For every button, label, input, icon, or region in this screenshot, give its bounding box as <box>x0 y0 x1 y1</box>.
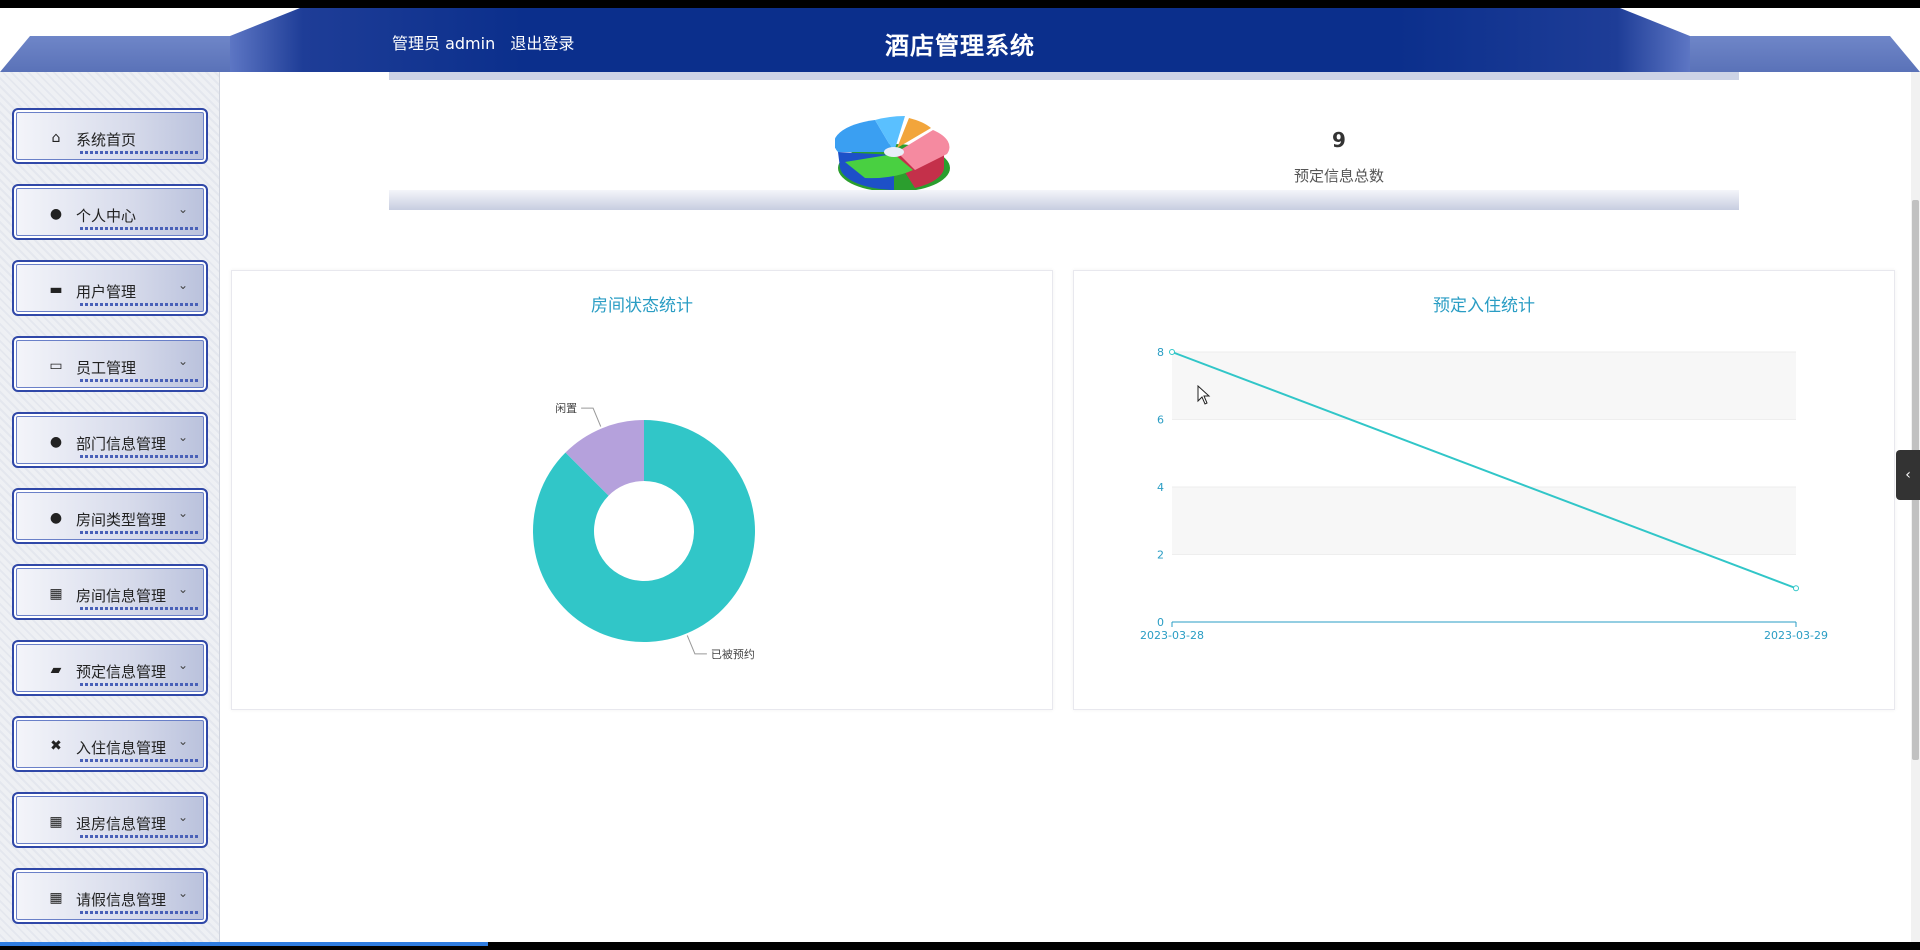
chevron-down-icon: ⌄ <box>177 810 188 824</box>
sidebar-item-4[interactable]: ▭ 员工管理 ⌄ <box>12 336 208 392</box>
sidebar-item-label: 个人中心 <box>76 207 137 225</box>
menu-decoration <box>80 455 198 458</box>
chevron-down-icon: ⌄ <box>177 354 188 368</box>
sidebar-item-label: 房间信息管理 <box>76 587 167 605</box>
stat-label: 预定信息总数 <box>1293 167 1384 185</box>
y-tick-label: 0 <box>1157 616 1164 629</box>
chevron-down-icon: ⌄ <box>177 734 188 748</box>
y-tick-label: 6 <box>1157 414 1164 427</box>
header: 管理员 admin 退出登录 酒店管理系统 <box>0 8 1920 72</box>
sidebar-item-label: 用户管理 <box>76 283 137 301</box>
stat-value: 9 <box>1332 128 1346 152</box>
y-tick-label: 8 <box>1157 346 1164 359</box>
chevron-down-icon: ⌄ <box>177 886 188 900</box>
pie-chart-icon <box>835 116 950 192</box>
app-window: 管理员 admin 退出登录 酒店管理系统 ⌂ 系统首页 ● 个人中心 ⌄ ▬ 用户管理 ⌄ ▭… <box>0 0 1920 950</box>
chevron-down-icon: ⌄ <box>177 430 188 444</box>
sidebar-item-9[interactable]: ✖ 入住信息管理 ⌄ <box>12 716 208 772</box>
person-icon: ● <box>49 206 63 222</box>
main-content: 9 预定信息总数 房间状态统计 已被预约 闲置 预定入住统计 0 2 4 6 8 2023-… <box>221 72 1911 942</box>
sidebar-item-label: 部门信息管理 <box>76 435 167 453</box>
top-strip <box>0 0 1920 8</box>
chevron-down-icon: ⌄ <box>177 658 188 672</box>
donut-slice-label: 已被预约 <box>711 648 755 661</box>
stat-card: 9 预定信息总数 <box>389 80 1739 192</box>
chevron-down-icon: ⌄ <box>177 202 188 216</box>
data-point[interactable] <box>1169 349 1175 355</box>
sidebar-item-2[interactable]: ● 个人中心 ⌄ <box>12 184 208 240</box>
grid-icon: ▦ <box>49 890 63 906</box>
menu-decoration <box>80 683 198 686</box>
grid-band <box>1172 352 1796 420</box>
sidebar-item-label: 退房信息管理 <box>76 815 167 833</box>
sidebar-item-8[interactable]: ▰ 预定信息管理 ⌄ <box>12 640 208 696</box>
sidebar-item-7[interactable]: ▦ 房间信息管理 ⌄ <box>12 564 208 620</box>
menu-decoration <box>80 227 198 230</box>
booking-stats-chart: 0 2 4 6 8 2023-03-28 2023-03-29 <box>1140 346 1828 642</box>
sidebar-item-1[interactable]: ⌂ 系统首页 <box>12 108 208 164</box>
x-tick-label: 2023-03-29 <box>1764 629 1828 642</box>
sidebar-item-10[interactable]: ▦ 退房信息管理 ⌄ <box>12 792 208 848</box>
chevron-down-icon: ⌄ <box>177 278 188 292</box>
sidebar-item-label: 请假信息管理 <box>76 891 167 909</box>
sidebar-item-5[interactable]: ● 部门信息管理 ⌄ <box>12 412 208 468</box>
sidebar-item-3[interactable]: ▬ 用户管理 ⌄ <box>12 260 208 316</box>
sidebar-item-label: 房间类型管理 <box>76 511 167 529</box>
y-tick-label: 2 <box>1157 549 1164 562</box>
donut-slice-label: 闲置 <box>555 401 577 415</box>
sidebar: ⌂ 系统首页 ● 个人中心 ⌄ ▬ 用户管理 ⌄ ▭ 员工管理 ⌄ ● 部门信息管理 ⌄ ● 房间类型管理 ⌄ ▦… <box>0 72 220 942</box>
sidebar-item-label: 预定信息管理 <box>76 663 167 681</box>
sidebar-item-label: 入住信息管理 <box>76 739 167 757</box>
room-status-card: 房间状态统计 已被预约 闲置 <box>231 270 1053 710</box>
booking-stats-card: 预定入住统计 0 2 4 6 8 2023-03-28 2023-03-29 <box>1073 270 1895 710</box>
chevron-down-icon: ⌄ <box>177 506 188 520</box>
sidebar-item-label: 员工管理 <box>76 359 137 377</box>
label-leader-line <box>581 407 602 427</box>
menu-decoration <box>80 835 198 838</box>
sidebar-item-11[interactable]: ▦ 请假信息管理 ⌄ <box>12 868 208 924</box>
stat-bottom-bar <box>389 190 1739 210</box>
grid-icon: ▦ <box>49 586 63 602</box>
sidebar-item-label: 系统首页 <box>76 131 137 149</box>
bulb-icon: ● <box>49 434 63 450</box>
monitor-icon: ▭ <box>49 358 63 374</box>
y-tick-label: 4 <box>1157 481 1164 494</box>
wallet-icon: ▰ <box>50 662 62 678</box>
sidebar-item-6[interactable]: ● 房间类型管理 ⌄ <box>12 488 208 544</box>
seat-icon: ▬ <box>49 282 63 298</box>
collapse-panel-button[interactable]: ‹ <box>1896 450 1920 500</box>
stat-top-bar <box>389 72 1739 80</box>
mouse-cursor-icon <box>1197 385 1211 405</box>
x-tick-label: 2023-03-28 <box>1140 629 1204 642</box>
person-icon: ● <box>49 510 63 526</box>
grid-band <box>1172 487 1796 555</box>
chevron-down-icon: ⌄ <box>177 582 188 596</box>
app-title: 酒店管理系统 <box>885 32 1035 60</box>
ticket-icon: ✖ <box>50 738 62 754</box>
room-status-chart: 已被预约 闲置 <box>533 401 755 661</box>
menu-decoration <box>80 607 198 610</box>
menu-decoration <box>80 151 198 154</box>
data-point[interactable] <box>1793 585 1799 592</box>
menu-decoration <box>80 303 198 306</box>
label-leader-line <box>686 635 707 655</box>
menu-decoration <box>80 379 198 382</box>
menu-decoration <box>80 911 198 914</box>
menu-decoration <box>80 531 198 534</box>
menu-decoration <box>80 759 198 762</box>
grid-icon: ▦ <box>49 814 63 830</box>
loading-progress-bar <box>0 942 488 946</box>
home-icon: ⌂ <box>51 130 61 146</box>
